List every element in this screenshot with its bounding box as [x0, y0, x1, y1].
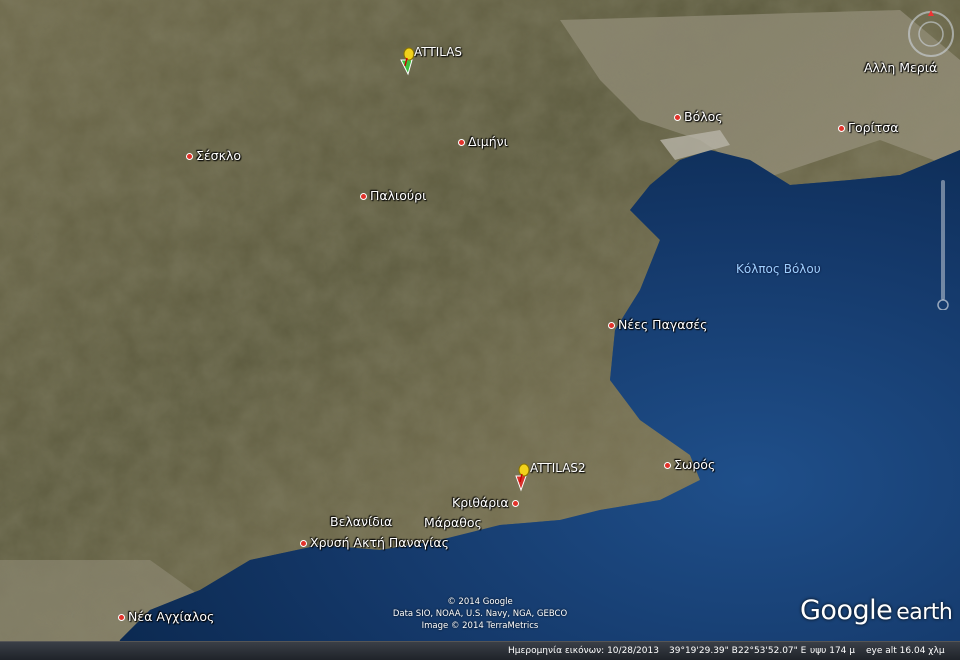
place-dot [664, 462, 671, 469]
place-dot [186, 153, 193, 160]
place-label-nees-pagases[interactable]: Νέες Παγασές [608, 317, 707, 332]
pin-label-attilas: ATTILAS [414, 45, 463, 59]
place-dot [458, 139, 465, 146]
elevation-readout: υψυ 174 μ [810, 646, 855, 656]
place-label-soros[interactable]: Σωρός [664, 457, 715, 472]
place-dot [360, 193, 367, 200]
place-dot [674, 114, 681, 121]
status-bar: Ημερομηνία εικόνων: 10/28/2013 39°19'29.… [0, 641, 960, 660]
place-label-nea-anchialos[interactable]: Νέα Αγχίαλος [118, 609, 214, 624]
google-earth-logo: Google earth [800, 595, 953, 626]
place-dot [608, 322, 615, 329]
place-label-dimini[interactable]: Διμήνι [458, 134, 508, 149]
eye-altitude-readout: eye alt 16.04 χλμ [866, 646, 945, 656]
place-dot [838, 125, 845, 132]
compass-navigation-icon[interactable] [905, 8, 957, 60]
place-label-krithariа[interactable]: Κριθάρια [452, 495, 522, 510]
latitude-readout: 39°19'29.39" B [669, 646, 738, 656]
zoom-slider-icon[interactable] [937, 180, 949, 310]
place-label-volos[interactable]: Βόλος [674, 109, 723, 124]
place-label-chrysi-akti[interactable]: Χρυσή Ακτή Παναγίας [300, 535, 449, 550]
place-label-seskio[interactable]: Σέσκλο [186, 148, 241, 163]
place-dot [511, 500, 519, 507]
place-dot [300, 540, 307, 547]
pushpin-attilas2-icon[interactable] [512, 462, 532, 492]
place-label-alli-meria[interactable]: Αλλη Μεριά [864, 60, 937, 75]
pin-label-attilas2: ATTILAS2 [530, 461, 586, 475]
sea-label: Κόλπος Βόλου [736, 262, 821, 276]
map-credits: © 2014 Google Data SIO, NOAA, U.S. Navy,… [392, 597, 568, 631]
imagery-date: Ημερομηνία εικόνων: 10/28/2013 [508, 646, 659, 656]
place-dot [118, 614, 125, 621]
satellite-map[interactable] [0, 0, 960, 659]
place-label-paliouri[interactable]: Παλιούρι [360, 188, 426, 203]
place-label-velanidia[interactable]: Βελανίδια [330, 514, 392, 529]
place-label-goritsa[interactable]: Γορίτσα [838, 120, 898, 135]
place-label-marathos[interactable]: Μάραθος [424, 515, 482, 530]
longitude-readout: 22°53'52.07" E [738, 646, 807, 656]
